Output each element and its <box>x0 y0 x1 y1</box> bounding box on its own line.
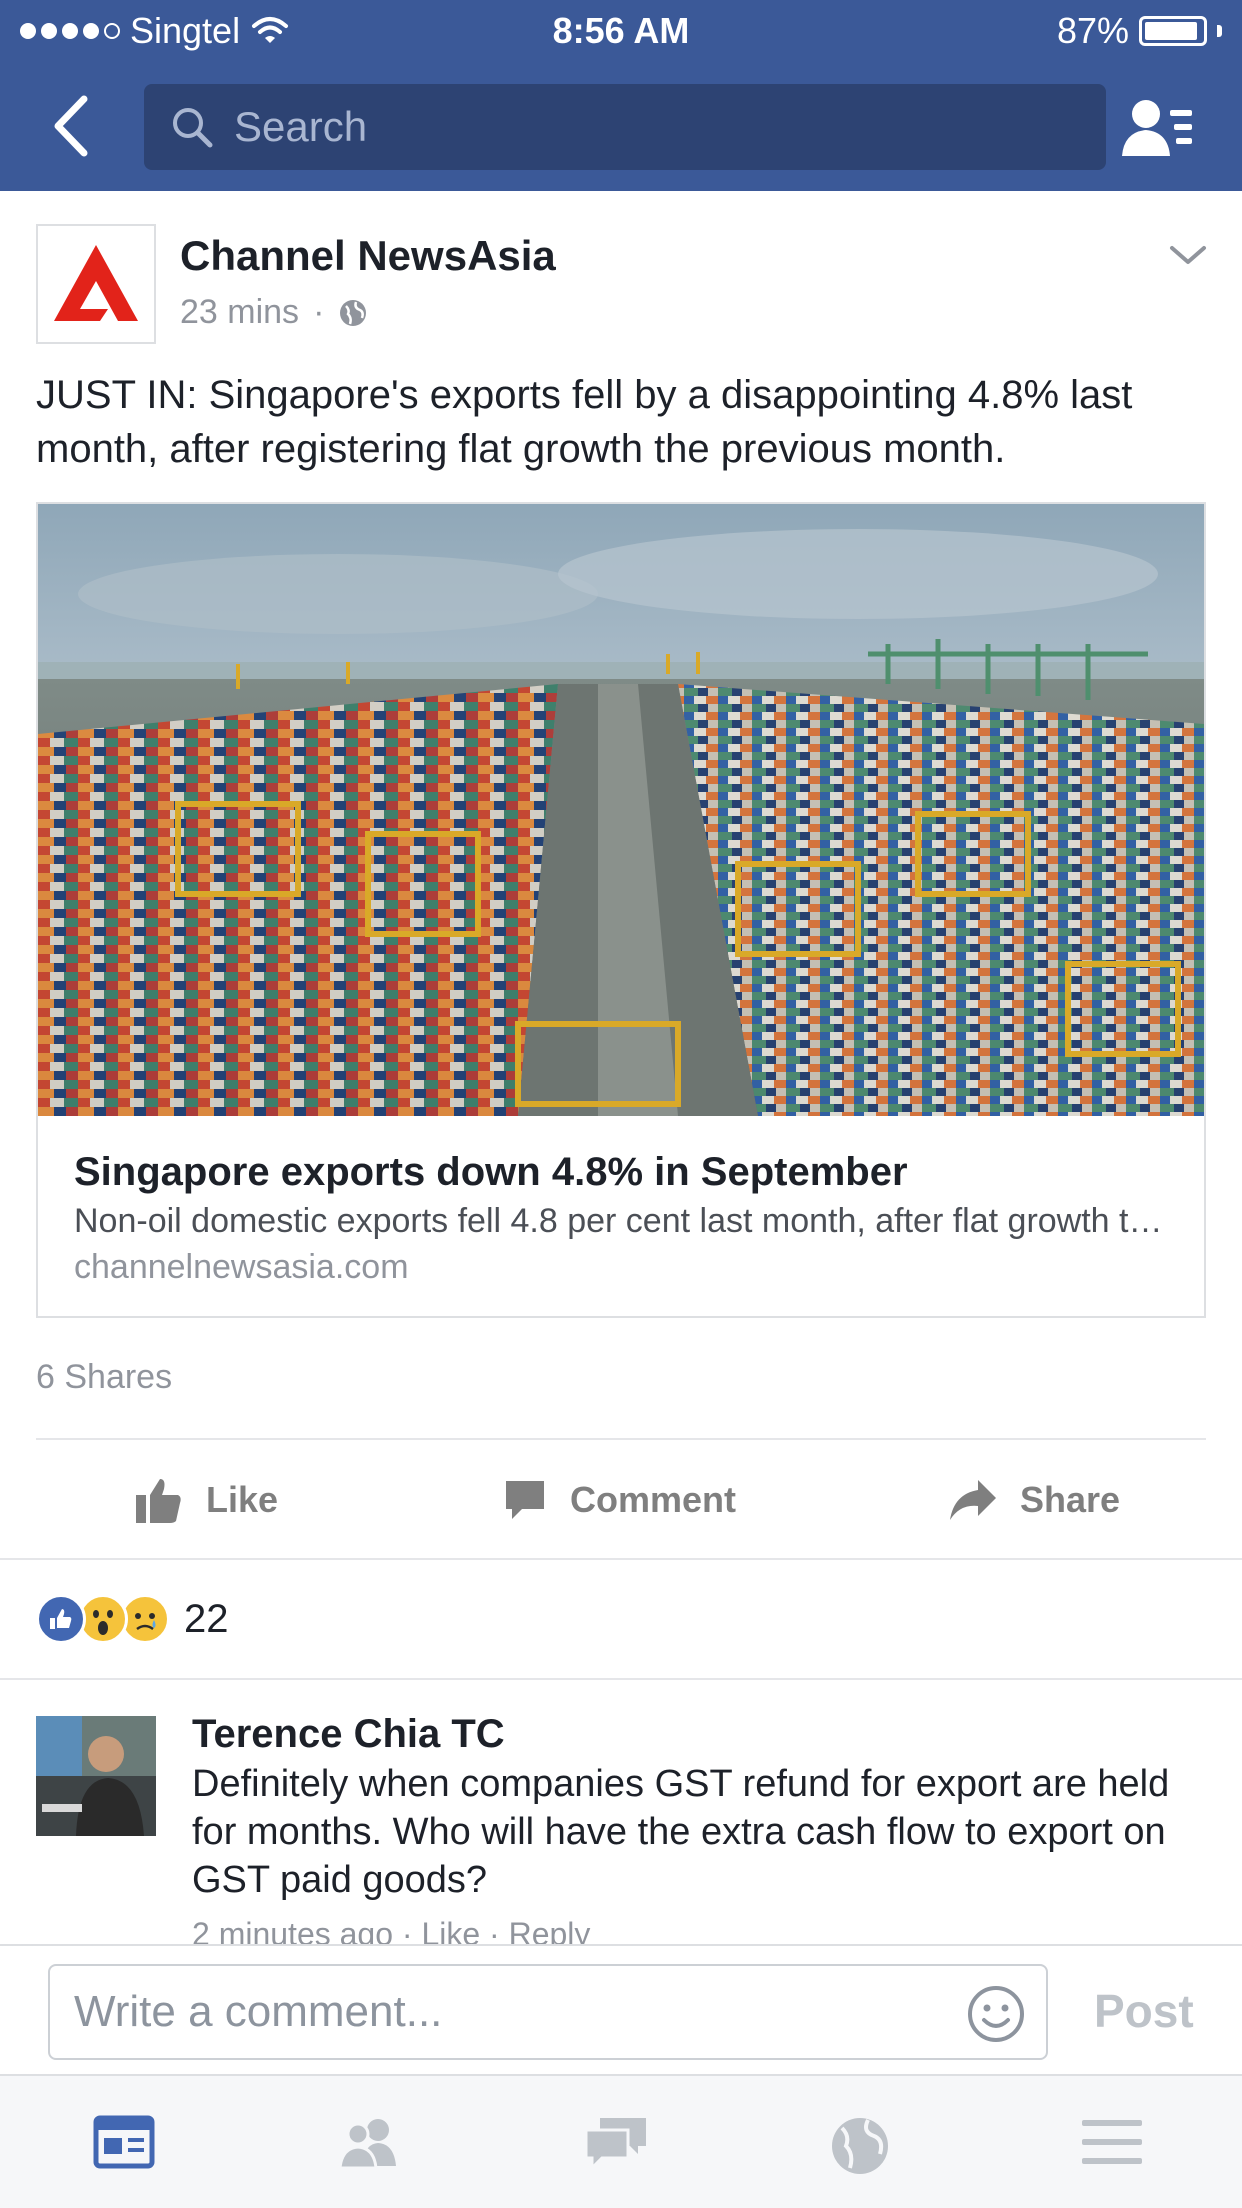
hamburger-menu-icon <box>1082 2120 1142 2164</box>
comment-button[interactable]: Comment <box>502 1460 736 1540</box>
divider <box>0 1678 1242 1680</box>
chevron-down-icon <box>1170 246 1206 264</box>
search-icon <box>173 108 213 148</box>
tab-notifications[interactable] <box>828 2114 892 2174</box>
divider <box>36 1438 1206 1440</box>
link-title[interactable]: Singapore exports down 4.8% in September <box>74 1150 908 1195</box>
smiley-icon <box>968 1986 1024 2042</box>
commenter-avatar[interactable] <box>36 1716 156 1836</box>
comment-input-wrapper[interactable] <box>48 1964 1048 2060</box>
comment-icon <box>506 1481 544 1519</box>
share-button[interactable]: Share <box>948 1460 1120 1540</box>
post-options-button[interactable] <box>1168 240 1208 270</box>
shares-count[interactable]: 6 Shares <box>36 1358 172 1397</box>
battery-icon <box>1139 16 1207 46</box>
tab-more[interactable] <box>1080 2114 1144 2170</box>
chevron-left-icon <box>54 95 88 157</box>
tab-news-feed[interactable] <box>92 2114 156 2170</box>
tab-friend-requests[interactable] <box>336 2114 400 2170</box>
comment-label: Comment <box>570 1479 737 1520</box>
post-meta: 23 mins · <box>180 293 368 332</box>
link-preview-card[interactable]: Singapore exports down 4.8% in September… <box>36 502 1206 1318</box>
post-comment-button[interactable]: Post <box>1094 1984 1194 2038</box>
comment-author[interactable]: Terence Chia TC <box>192 1712 505 1757</box>
friends-icon <box>338 2119 396 2170</box>
post-text: JUST IN: Singapore's exports fell by a d… <box>36 373 1133 471</box>
back-button[interactable] <box>50 92 106 160</box>
globe-notifications-icon <box>832 2118 888 2174</box>
channel-newsasia-logo <box>54 245 138 321</box>
tab-bar <box>0 2074 1242 2208</box>
thumbs-up-icon <box>136 1479 181 1523</box>
sticker-button[interactable] <box>966 1984 1026 2044</box>
battery-group: 87% <box>1057 10 1222 52</box>
globe-icon <box>340 299 367 326</box>
top-bar: Singtel 8:56 AM 87% <box>0 0 1242 191</box>
port-containers-image <box>38 504 1204 1116</box>
link-domain: channelnewsasia.com <box>74 1248 409 1286</box>
news-feed-icon <box>93 2115 155 2169</box>
status-bar: Singtel 8:56 AM 87% <box>0 0 1242 60</box>
messages-icon <box>584 2118 646 2172</box>
link-description: Non-oil domestic exports fell 4.8 per ce… <box>74 1202 1174 1240</box>
friend-requests-button[interactable] <box>1120 96 1196 160</box>
comment-input[interactable] <box>74 1980 954 2044</box>
comment-composer: Post <box>0 1944 1242 2074</box>
like-label: Like <box>206 1479 279 1520</box>
search-input[interactable] <box>234 103 1034 151</box>
comment-text: Definitely when companies GST refund for… <box>192 1763 1170 1901</box>
post-timestamp[interactable]: 23 mins <box>180 293 299 332</box>
share-label: Share <box>1020 1479 1121 1520</box>
reaction-count: 22 <box>184 1596 229 1641</box>
like-reaction-icon <box>36 1594 86 1644</box>
reactions-summary[interactable]: 22 <box>36 1594 229 1644</box>
search-bar[interactable] <box>144 84 1106 170</box>
friend-list-icon <box>1122 100 1192 156</box>
battery-percent: 87% <box>1056 10 1129 51</box>
meta-separator: · <box>313 293 325 331</box>
page-avatar[interactable] <box>36 224 156 344</box>
tab-messages[interactable] <box>582 2114 646 2172</box>
status-time: 8:56 AM <box>552 10 690 51</box>
divider <box>0 1558 1242 1560</box>
like-button[interactable]: Like <box>134 1460 278 1540</box>
link-preview-image[interactable] <box>38 504 1204 1116</box>
share-arrow-icon <box>950 1480 996 1520</box>
page-name[interactable]: Channel NewsAsia <box>180 232 556 280</box>
